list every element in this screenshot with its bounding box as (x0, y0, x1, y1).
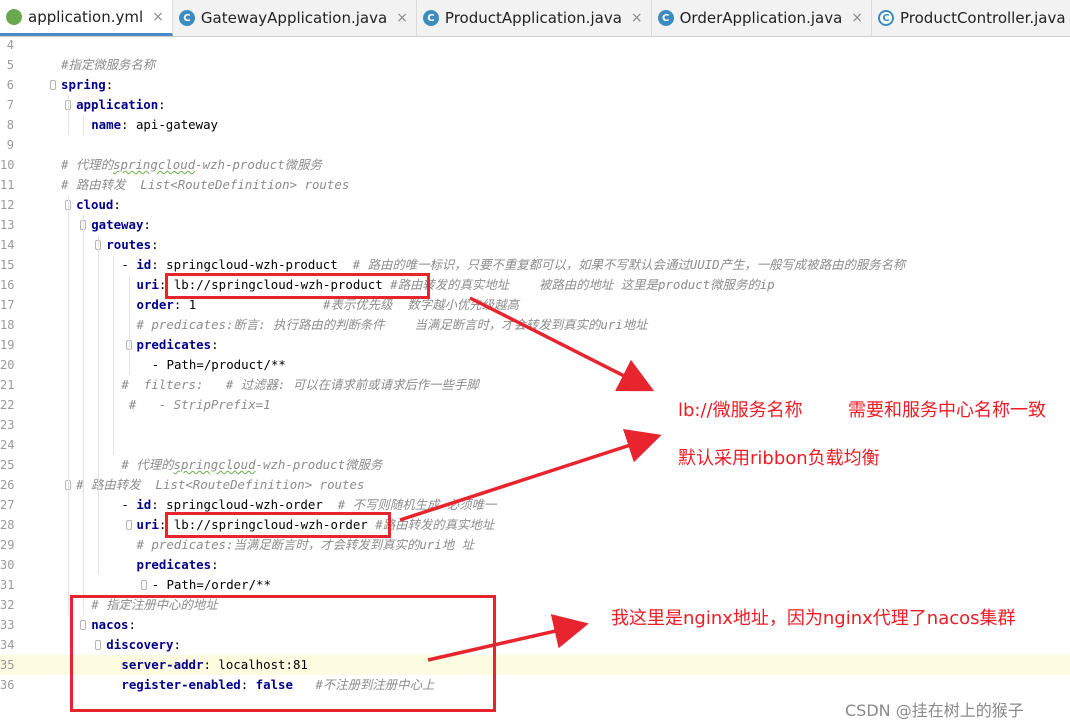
annotation-ribbon-load-balance: 默认采用ribbon负载均衡 (678, 448, 880, 469)
highlight-box-nacos-config (70, 595, 496, 712)
annotation-lb-service-name: lb://微服务名称 (678, 400, 803, 421)
arrow-to-lb-note (469, 296, 655, 392)
highlight-box-product-uri (165, 273, 430, 299)
highlight-box-order-uri (165, 512, 391, 538)
arrow-to-ribbon-note (399, 429, 662, 522)
annotation-name-consistency: 需要和服务中心名称一致 (848, 400, 1046, 421)
csdn-watermark: CSDN @挂在树上的猴子 (845, 701, 1024, 720)
annotation-nginx-nacos: 我这里是nginx地址，因为nginx代理了nacos集群 (611, 608, 1016, 629)
